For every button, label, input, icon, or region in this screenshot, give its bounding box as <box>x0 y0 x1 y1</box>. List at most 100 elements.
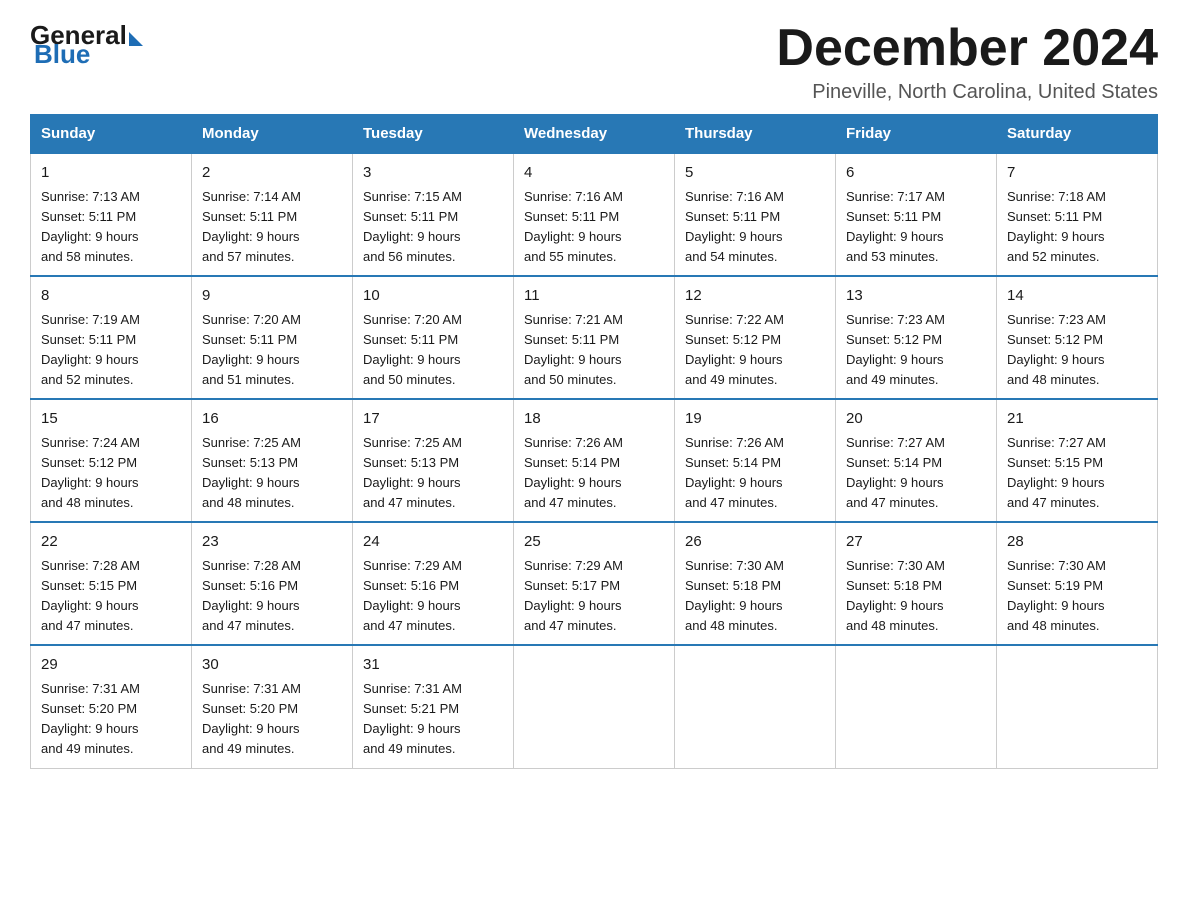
calendar-cell: 11Sunrise: 7:21 AMSunset: 5:11 PMDayligh… <box>514 276 675 399</box>
calendar-cell: 24Sunrise: 7:29 AMSunset: 5:16 PMDayligh… <box>353 522 514 645</box>
calendar-cell: 16Sunrise: 7:25 AMSunset: 5:13 PMDayligh… <box>192 399 353 522</box>
title-area: December 2024 Pineville, North Carolina,… <box>776 20 1158 104</box>
logo-arrow-icon <box>129 32 143 46</box>
calendar-cell: 21Sunrise: 7:27 AMSunset: 5:15 PMDayligh… <box>997 399 1158 522</box>
day-info: Sunrise: 7:25 AMSunset: 5:13 PMDaylight:… <box>202 433 342 514</box>
day-number: 7 <box>1007 162 1147 185</box>
calendar-cell: 23Sunrise: 7:28 AMSunset: 5:16 PMDayligh… <box>192 522 353 645</box>
day-number: 1 <box>41 162 181 185</box>
day-header-tuesday: Tuesday <box>353 115 514 154</box>
calendar-cell: 20Sunrise: 7:27 AMSunset: 5:14 PMDayligh… <box>836 399 997 522</box>
calendar-week-row: 22Sunrise: 7:28 AMSunset: 5:15 PMDayligh… <box>31 522 1158 645</box>
day-number: 4 <box>524 162 664 185</box>
day-number: 17 <box>363 408 503 431</box>
calendar-cell: 29Sunrise: 7:31 AMSunset: 5:20 PMDayligh… <box>31 645 192 768</box>
calendar-cell: 2Sunrise: 7:14 AMSunset: 5:11 PMDaylight… <box>192 153 353 276</box>
logo: General Blue <box>30 20 143 70</box>
day-info: Sunrise: 7:31 AMSunset: 5:20 PMDaylight:… <box>41 679 181 760</box>
calendar-cell <box>675 645 836 768</box>
calendar-cell: 6Sunrise: 7:17 AMSunset: 5:11 PMDaylight… <box>836 153 997 276</box>
day-number: 15 <box>41 408 181 431</box>
calendar-cell: 13Sunrise: 7:23 AMSunset: 5:12 PMDayligh… <box>836 276 997 399</box>
day-info: Sunrise: 7:21 AMSunset: 5:11 PMDaylight:… <box>524 310 664 391</box>
day-number: 14 <box>1007 285 1147 308</box>
calendar-cell: 1Sunrise: 7:13 AMSunset: 5:11 PMDaylight… <box>31 153 192 276</box>
day-info: Sunrise: 7:13 AMSunset: 5:11 PMDaylight:… <box>41 187 181 268</box>
day-info: Sunrise: 7:18 AMSunset: 5:11 PMDaylight:… <box>1007 187 1147 268</box>
calendar-header-row: SundayMondayTuesdayWednesdayThursdayFrid… <box>31 115 1158 154</box>
day-info: Sunrise: 7:20 AMSunset: 5:11 PMDaylight:… <box>363 310 503 391</box>
calendar-week-row: 8Sunrise: 7:19 AMSunset: 5:11 PMDaylight… <box>31 276 1158 399</box>
logo-blue-text: Blue <box>34 39 90 70</box>
calendar-cell: 26Sunrise: 7:30 AMSunset: 5:18 PMDayligh… <box>675 522 836 645</box>
day-number: 30 <box>202 654 342 677</box>
month-title: December 2024 <box>776 20 1158 77</box>
day-info: Sunrise: 7:31 AMSunset: 5:20 PMDaylight:… <box>202 679 342 760</box>
day-number: 31 <box>363 654 503 677</box>
day-info: Sunrise: 7:27 AMSunset: 5:15 PMDaylight:… <box>1007 433 1147 514</box>
day-number: 8 <box>41 285 181 308</box>
calendar-cell: 12Sunrise: 7:22 AMSunset: 5:12 PMDayligh… <box>675 276 836 399</box>
day-info: Sunrise: 7:22 AMSunset: 5:12 PMDaylight:… <box>685 310 825 391</box>
day-number: 6 <box>846 162 986 185</box>
day-info: Sunrise: 7:23 AMSunset: 5:12 PMDaylight:… <box>846 310 986 391</box>
calendar-week-row: 29Sunrise: 7:31 AMSunset: 5:20 PMDayligh… <box>31 645 1158 768</box>
day-header-thursday: Thursday <box>675 115 836 154</box>
day-number: 20 <box>846 408 986 431</box>
calendar-cell: 17Sunrise: 7:25 AMSunset: 5:13 PMDayligh… <box>353 399 514 522</box>
day-info: Sunrise: 7:14 AMSunset: 5:11 PMDaylight:… <box>202 187 342 268</box>
day-header-saturday: Saturday <box>997 115 1158 154</box>
calendar-cell <box>836 645 997 768</box>
page-header: General Blue December 2024 Pineville, No… <box>30 20 1158 104</box>
day-info: Sunrise: 7:30 AMSunset: 5:18 PMDaylight:… <box>685 556 825 637</box>
day-number: 26 <box>685 531 825 554</box>
day-number: 22 <box>41 531 181 554</box>
calendar-cell: 19Sunrise: 7:26 AMSunset: 5:14 PMDayligh… <box>675 399 836 522</box>
day-info: Sunrise: 7:30 AMSunset: 5:18 PMDaylight:… <box>846 556 986 637</box>
day-number: 3 <box>363 162 503 185</box>
day-info: Sunrise: 7:17 AMSunset: 5:11 PMDaylight:… <box>846 187 986 268</box>
day-number: 5 <box>685 162 825 185</box>
calendar-cell: 28Sunrise: 7:30 AMSunset: 5:19 PMDayligh… <box>997 522 1158 645</box>
calendar-cell <box>997 645 1158 768</box>
day-info: Sunrise: 7:29 AMSunset: 5:17 PMDaylight:… <box>524 556 664 637</box>
day-info: Sunrise: 7:30 AMSunset: 5:19 PMDaylight:… <box>1007 556 1147 637</box>
calendar-cell <box>514 645 675 768</box>
day-info: Sunrise: 7:28 AMSunset: 5:15 PMDaylight:… <box>41 556 181 637</box>
day-info: Sunrise: 7:29 AMSunset: 5:16 PMDaylight:… <box>363 556 503 637</box>
calendar-table: SundayMondayTuesdayWednesdayThursdayFrid… <box>30 114 1158 768</box>
day-number: 9 <box>202 285 342 308</box>
day-number: 25 <box>524 531 664 554</box>
day-info: Sunrise: 7:16 AMSunset: 5:11 PMDaylight:… <box>685 187 825 268</box>
calendar-cell: 3Sunrise: 7:15 AMSunset: 5:11 PMDaylight… <box>353 153 514 276</box>
calendar-cell: 5Sunrise: 7:16 AMSunset: 5:11 PMDaylight… <box>675 153 836 276</box>
calendar-cell: 4Sunrise: 7:16 AMSunset: 5:11 PMDaylight… <box>514 153 675 276</box>
day-number: 2 <box>202 162 342 185</box>
calendar-cell: 14Sunrise: 7:23 AMSunset: 5:12 PMDayligh… <box>997 276 1158 399</box>
day-info: Sunrise: 7:15 AMSunset: 5:11 PMDaylight:… <box>363 187 503 268</box>
day-info: Sunrise: 7:23 AMSunset: 5:12 PMDaylight:… <box>1007 310 1147 391</box>
day-info: Sunrise: 7:27 AMSunset: 5:14 PMDaylight:… <box>846 433 986 514</box>
day-info: Sunrise: 7:25 AMSunset: 5:13 PMDaylight:… <box>363 433 503 514</box>
day-info: Sunrise: 7:24 AMSunset: 5:12 PMDaylight:… <box>41 433 181 514</box>
day-number: 12 <box>685 285 825 308</box>
calendar-cell: 15Sunrise: 7:24 AMSunset: 5:12 PMDayligh… <box>31 399 192 522</box>
day-info: Sunrise: 7:16 AMSunset: 5:11 PMDaylight:… <box>524 187 664 268</box>
day-number: 19 <box>685 408 825 431</box>
calendar-cell: 7Sunrise: 7:18 AMSunset: 5:11 PMDaylight… <box>997 153 1158 276</box>
day-number: 16 <box>202 408 342 431</box>
calendar-week-row: 1Sunrise: 7:13 AMSunset: 5:11 PMDaylight… <box>31 153 1158 276</box>
day-info: Sunrise: 7:31 AMSunset: 5:21 PMDaylight:… <box>363 679 503 760</box>
calendar-cell: 27Sunrise: 7:30 AMSunset: 5:18 PMDayligh… <box>836 522 997 645</box>
day-header-sunday: Sunday <box>31 115 192 154</box>
calendar-cell: 18Sunrise: 7:26 AMSunset: 5:14 PMDayligh… <box>514 399 675 522</box>
day-number: 27 <box>846 531 986 554</box>
calendar-cell: 30Sunrise: 7:31 AMSunset: 5:20 PMDayligh… <box>192 645 353 768</box>
day-header-friday: Friday <box>836 115 997 154</box>
day-info: Sunrise: 7:28 AMSunset: 5:16 PMDaylight:… <box>202 556 342 637</box>
day-info: Sunrise: 7:26 AMSunset: 5:14 PMDaylight:… <box>524 433 664 514</box>
day-info: Sunrise: 7:20 AMSunset: 5:11 PMDaylight:… <box>202 310 342 391</box>
calendar-cell: 8Sunrise: 7:19 AMSunset: 5:11 PMDaylight… <box>31 276 192 399</box>
day-number: 24 <box>363 531 503 554</box>
calendar-cell: 10Sunrise: 7:20 AMSunset: 5:11 PMDayligh… <box>353 276 514 399</box>
